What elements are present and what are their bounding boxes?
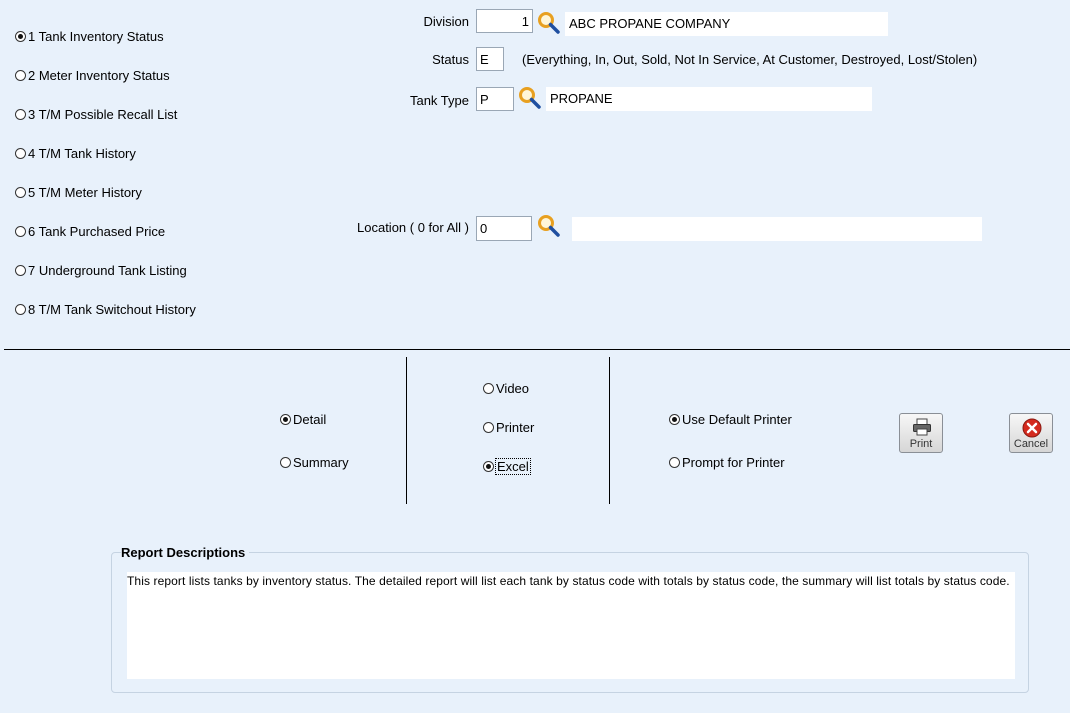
division-name: ABC PROPANE COMPANY [565,12,888,36]
radio-button[interactable] [15,109,26,120]
use-default-printer-option[interactable]: Use Default Printer [669,412,792,427]
radio-button[interactable] [15,148,26,159]
report-option-1[interactable]: 1 Tank Inventory Status [15,29,164,44]
location-input[interactable] [476,216,532,241]
column-divider [406,357,407,504]
tank-type-magnifier-icon[interactable] [518,86,542,110]
radio-button[interactable] [15,187,26,198]
output-video-option[interactable]: Video [483,381,529,396]
prompt-for-printer-label: Prompt for Printer [682,455,785,470]
report-option-8[interactable]: 8 T/M Tank Switchout History [15,302,196,317]
radio-button[interactable] [280,457,291,468]
radio-button[interactable] [15,226,26,237]
tank-type-name: PROPANE [546,87,872,111]
report-option-3[interactable]: 3 T/M Possible Recall List [15,107,177,122]
division-label: Division [423,14,469,29]
division-magnifier-icon[interactable] [537,11,561,35]
report-option-label: 4 T/M Tank History [28,146,136,161]
report-option-label: 3 T/M Possible Recall List [28,107,178,122]
cancel-button-label: Cancel [1013,438,1049,450]
prompt-for-printer-option[interactable]: Prompt for Printer [669,455,785,470]
report-option-label: 2 Meter Inventory Status [28,68,170,83]
radio-button[interactable] [15,265,26,276]
summary-label: Summary [293,455,349,470]
video-label: Video [496,381,530,396]
output-excel-option[interactable]: Excel [483,458,531,475]
output-printer-option[interactable]: Printer [483,420,534,435]
section-divider [4,349,1070,350]
use-default-printer-label: Use Default Printer [682,412,792,427]
radio-button[interactable] [483,422,494,433]
excel-label: Excel [495,458,531,475]
radio-button[interactable] [15,31,26,42]
division-input[interactable] [476,9,533,33]
report-option-label: 7 Underground Tank Listing [28,263,187,278]
tank-type-input[interactable] [476,87,514,111]
report-option-6[interactable]: 6 Tank Purchased Price [15,224,165,239]
summary-option[interactable]: Summary [280,455,349,470]
printer-label: Printer [496,420,535,435]
radio-button[interactable] [669,457,680,468]
report-option-4[interactable]: 4 T/M Tank History [15,146,136,161]
print-button[interactable]: Print [899,413,943,453]
report-description-text: This report lists tanks by inventory sta… [127,572,1015,679]
cancel-button[interactable]: Cancel [1009,413,1053,453]
location-name [572,217,982,241]
report-option-2[interactable]: 2 Meter Inventory Status [15,68,170,83]
report-option-label: 6 Tank Purchased Price [28,224,166,239]
report-option-7[interactable]: 7 Underground Tank Listing [15,263,187,278]
report-option-label: 8 T/M Tank Switchout History [28,302,196,317]
column-divider [609,357,610,504]
radio-button[interactable] [669,414,680,425]
status-label: Status [432,52,469,67]
radio-button[interactable] [483,461,494,472]
cancel-x-icon [1022,418,1042,438]
tank-type-label: Tank Type [409,93,469,108]
status-input[interactable] [476,47,504,71]
radio-button[interactable] [15,304,26,315]
location-magnifier-icon[interactable] [537,214,561,238]
report-option-label: 1 Tank Inventory Status [28,29,164,44]
detail-option[interactable]: Detail [280,412,326,427]
location-label: Location ( 0 for All ) [357,220,469,235]
report-option-5[interactable]: 5 T/M Meter History [15,185,142,200]
status-hint: (Everything, In, Out, Sold, Not In Servi… [522,52,978,67]
radio-button[interactable] [483,383,494,394]
printer-icon [913,418,931,436]
detail-label: Detail [293,412,327,427]
print-button-label: Print [909,438,933,450]
radio-button[interactable] [15,70,26,81]
radio-button[interactable] [280,414,291,425]
report-option-label: 5 T/M Meter History [28,185,142,200]
report-descriptions-title: Report Descriptions [121,545,250,560]
